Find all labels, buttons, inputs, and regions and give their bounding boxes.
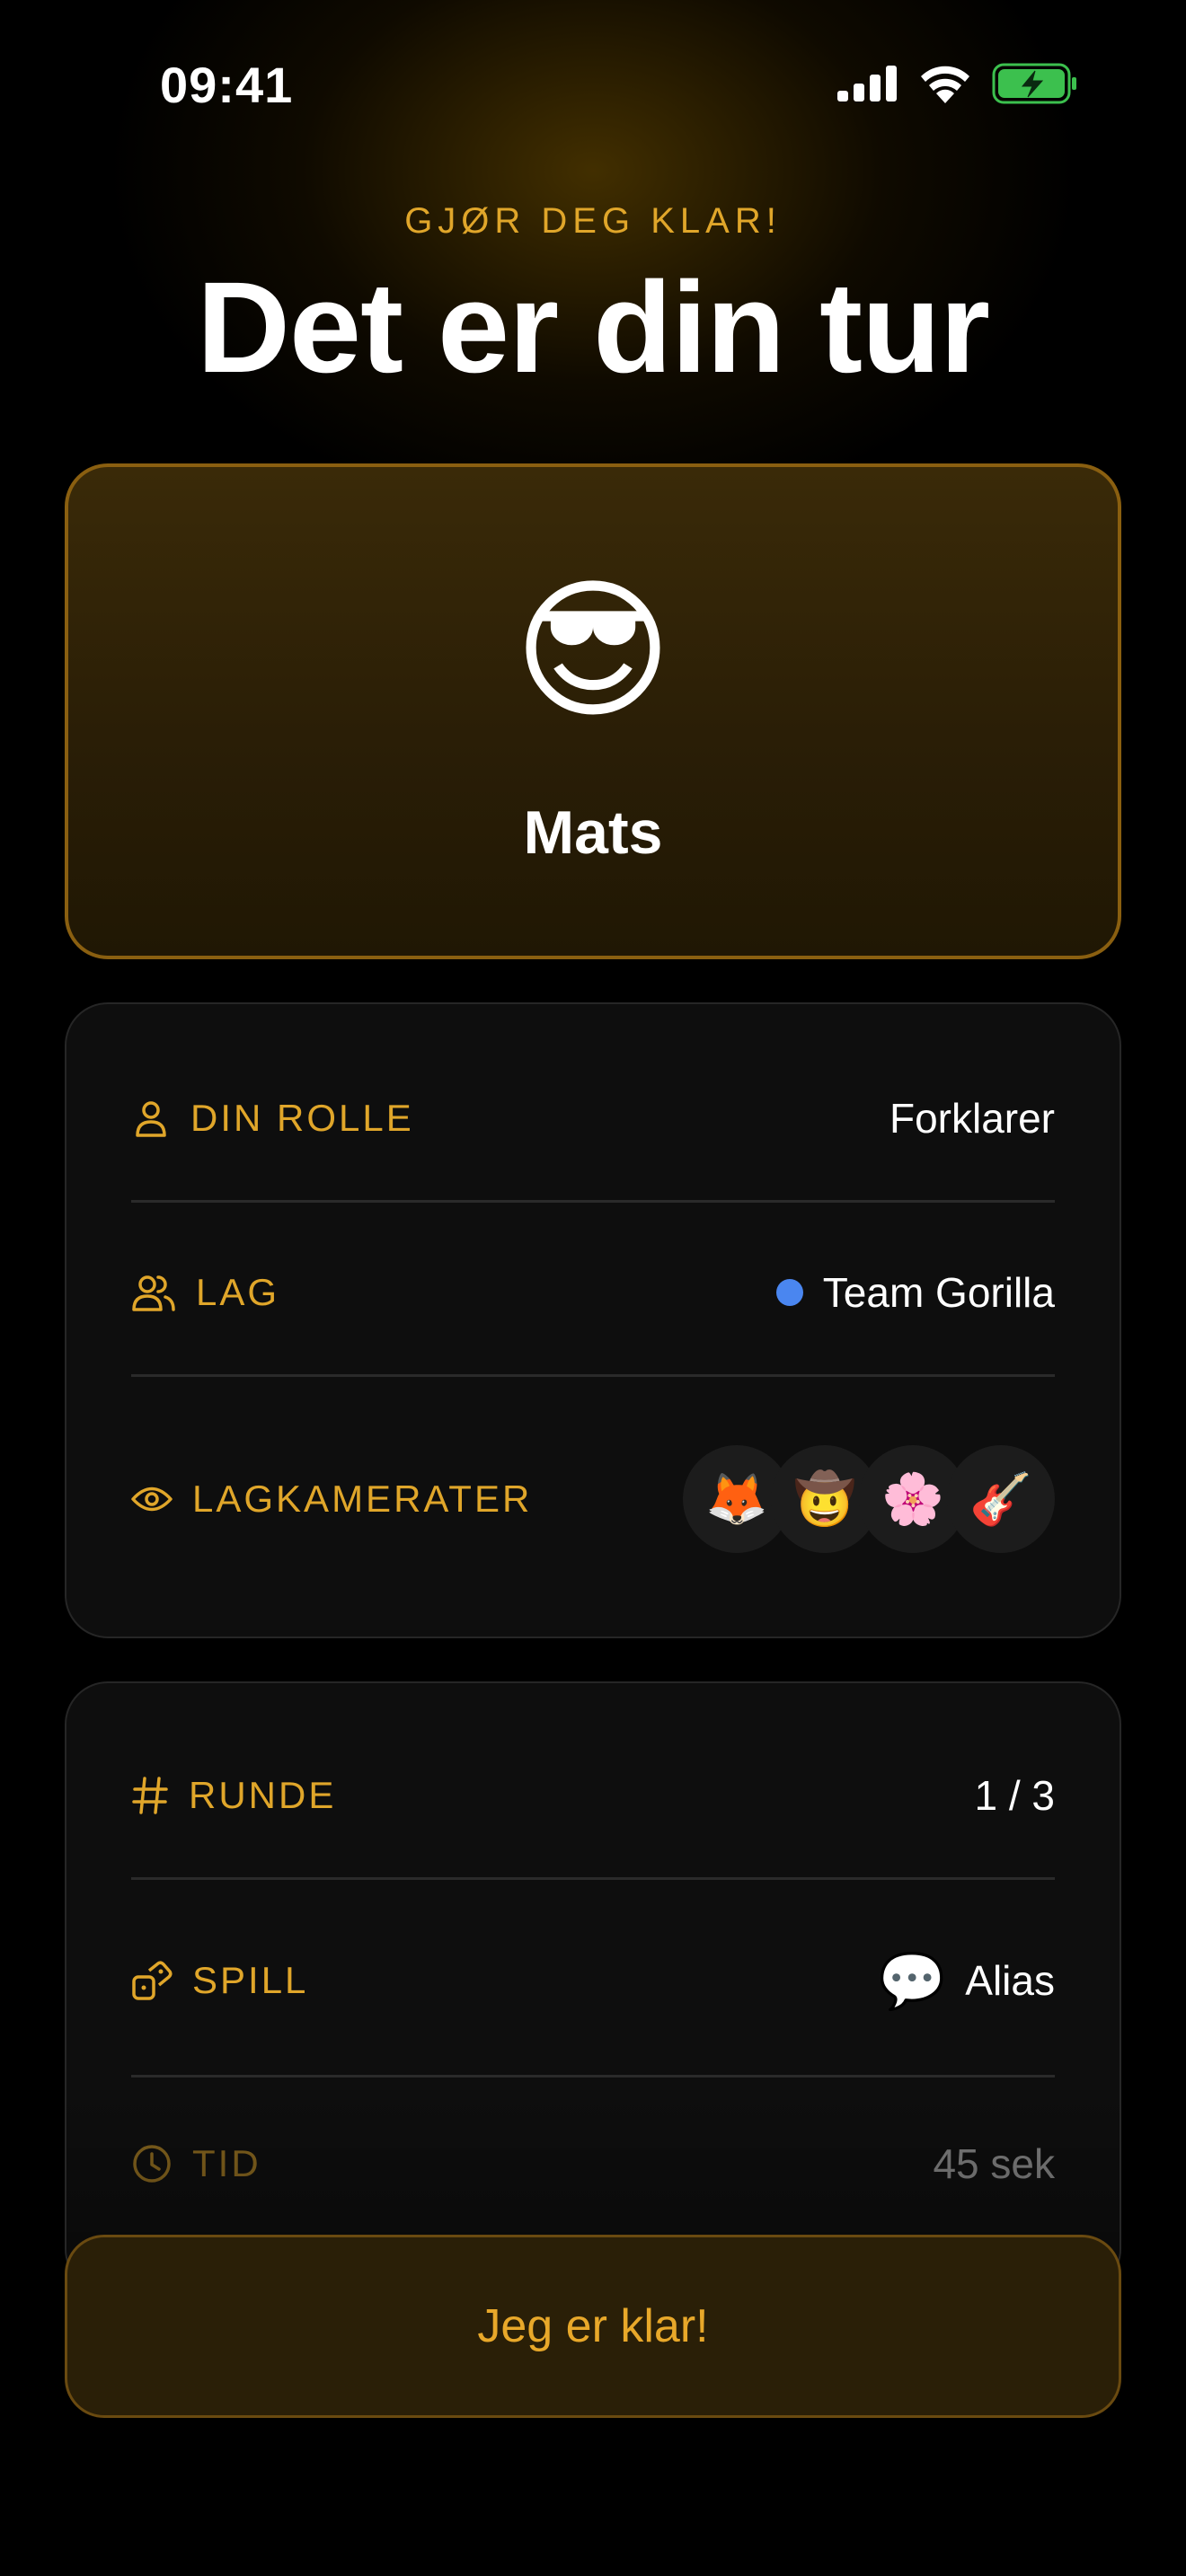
divider (131, 1877, 1055, 1880)
eyebrow-text: GJØR DEG KLAR! (404, 201, 782, 241)
team-value: Team Gorilla (822, 1269, 1055, 1316)
ready-button[interactable]: Jeg er klar! (65, 2235, 1121, 2418)
page-title: Det er din tur (196, 255, 990, 400)
team-value-wrap: Team Gorilla (775, 1268, 1055, 1317)
status-time: 09:41 (160, 57, 294, 113)
clock-icon (133, 2145, 171, 2183)
round-label: RUNDE (189, 1774, 337, 1816)
eye-icon (131, 1486, 173, 1512)
game-value: Alias (965, 1957, 1055, 2004)
player-name: Mats (523, 798, 663, 867)
game-row: SPILL 💬 Alias (131, 1922, 1055, 2039)
team-row: LAG Team Gorilla (131, 1234, 1055, 1351)
hash-icon (132, 1777, 168, 1814)
divider (131, 2075, 1055, 2078)
people-icon (132, 1275, 175, 1311)
teammates-row: LAGKAMERATER 🦊 🤠 🌸 🎸 (131, 1441, 1055, 1557)
round-row: RUNDE 1 / 3 (131, 1737, 1055, 1854)
team-label: LAG (196, 1271, 280, 1313)
divider (131, 1200, 1055, 1203)
time-row: TID 45 sek (131, 2105, 1055, 2222)
teammates-label: LAGKAMERATER (192, 1478, 533, 1520)
teammate-avatar: 🎸 (947, 1445, 1055, 1553)
player-card: 😎 Mats (65, 463, 1121, 959)
game-label: SPILL (192, 1959, 309, 2001)
cellular-signal-icon (837, 66, 897, 101)
dice-icon (132, 1961, 173, 2000)
round-value: 1 / 3 (974, 1772, 1055, 1819)
role-card: DIN ROLLE Forklarer LAG Team Gorilla LAG… (65, 1002, 1121, 1638)
speech-bubble-icon: 💬 (878, 1950, 946, 2011)
status-icons (837, 63, 1078, 104)
game-card: RUNDE 1 / 3 SPILL 💬 Alias TID 45 sek (65, 1681, 1121, 2292)
role-label: DIN ROLLE (190, 1097, 414, 1139)
battery-charging-icon (992, 63, 1076, 104)
role-value: Forklarer (889, 1095, 1055, 1142)
time-label: TID (192, 2142, 261, 2184)
wifi-icon (921, 66, 969, 103)
teammate-avatars: 🦊 🤠 🌸 🎸 (683, 1445, 1055, 1553)
game-value-wrap: 💬 Alias (879, 1949, 1055, 2013)
time-value: 45 sek (933, 2140, 1055, 2187)
role-row: DIN ROLLE Forklarer (131, 1060, 1055, 1177)
person-icon (136, 1101, 166, 1137)
status-bar: 09:41 (0, 0, 1186, 171)
team-color-dot (775, 1279, 803, 1306)
player-avatar: 😎 (513, 566, 673, 737)
divider (131, 1374, 1055, 1377)
